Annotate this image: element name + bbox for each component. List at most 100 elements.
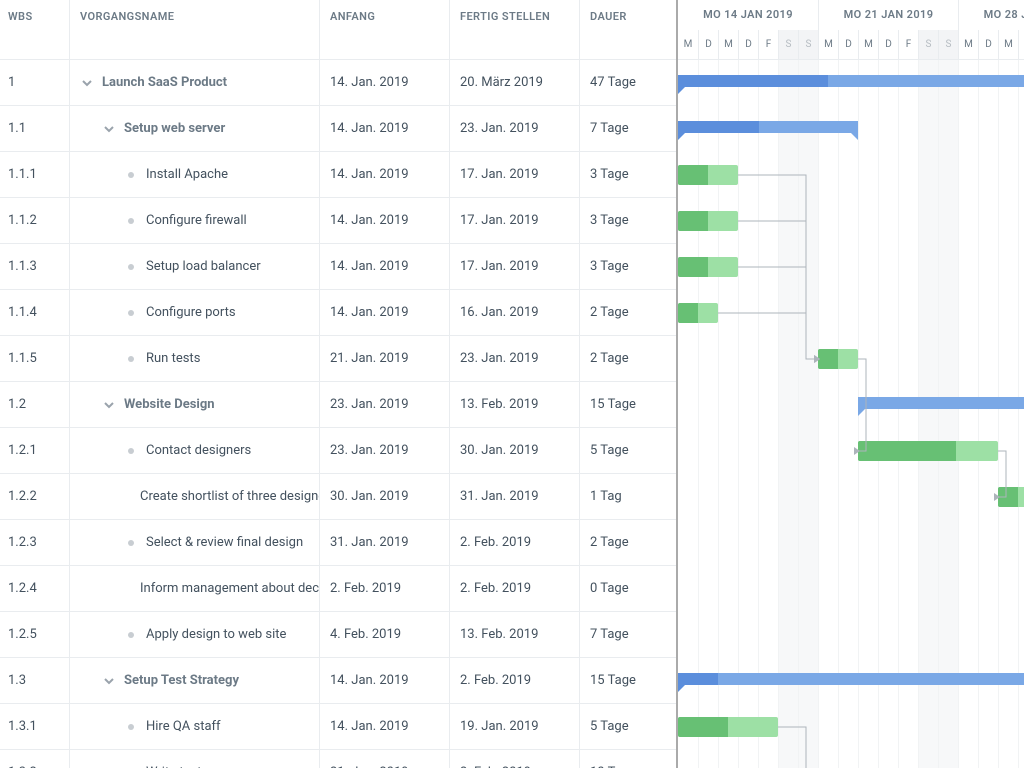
col-name[interactable]: VORGANGSNAME <box>70 0 320 59</box>
task-bar[interactable] <box>818 349 858 369</box>
summary-bar[interactable] <box>678 121 858 133</box>
cell-name[interactable]: Hire QA staff <box>70 704 320 749</box>
task-row[interactable]: 1.2.2Create shortlist of three designers… <box>0 474 676 520</box>
task-row[interactable]: 1.1.1Install Apache14. Jan. 201917. Jan.… <box>0 152 676 198</box>
cell-dur[interactable]: 3 Tage <box>580 198 676 243</box>
cell-dur[interactable]: 10 Tage <box>580 750 676 768</box>
col-end[interactable]: FERTIG STELLEN <box>450 0 580 59</box>
summary-bar[interactable] <box>678 75 1024 87</box>
cell-start[interactable]: 4. Feb. 2019 <box>320 612 450 657</box>
task-bar[interactable] <box>678 211 738 231</box>
task-row[interactable]: 1.1.2Configure firewall14. Jan. 201917. … <box>0 198 676 244</box>
cell-dur[interactable]: 1 Tag <box>580 474 676 519</box>
cell-name[interactable]: Contact designers <box>70 428 320 473</box>
task-row[interactable]: 1.2.3Select & review final design31. Jan… <box>0 520 676 566</box>
cell-start[interactable]: 21. Jan. 2019 <box>320 336 450 381</box>
cell-end[interactable]: 23. Jan. 2019 <box>450 106 580 151</box>
task-row[interactable]: 1.2.1Contact designers23. Jan. 201930. J… <box>0 428 676 474</box>
task-bar[interactable] <box>678 717 778 737</box>
cell-name[interactable]: Inform management about decision <box>70 566 320 611</box>
task-row[interactable]: 1.3.2Write test specs21. Jan. 20192. Feb… <box>0 750 676 768</box>
cell-start[interactable]: 31. Jan. 2019 <box>320 520 450 565</box>
cell-start[interactable]: 14. Jan. 2019 <box>320 658 450 703</box>
cell-start[interactable]: 14. Jan. 2019 <box>320 106 450 151</box>
task-row[interactable]: 1.2.4Inform management about decision2. … <box>0 566 676 612</box>
cell-name[interactable]: Setup load balancer <box>70 244 320 289</box>
cell-end[interactable]: 17. Jan. 2019 <box>450 198 580 243</box>
cell-dur[interactable]: 0 Tage <box>580 566 676 611</box>
task-row[interactable]: 1.3.1Hire QA staff14. Jan. 201919. Jan. … <box>0 704 676 750</box>
chevron-down-icon[interactable] <box>80 76 94 90</box>
task-row[interactable]: 1.1.3Setup load balancer14. Jan. 201917.… <box>0 244 676 290</box>
cell-end[interactable]: 23. Jan. 2019 <box>450 336 580 381</box>
cell-name[interactable]: Write test specs <box>70 750 320 768</box>
cell-start[interactable]: 23. Jan. 2019 <box>320 428 450 473</box>
task-row[interactable]: 1.1Setup web server14. Jan. 201923. Jan.… <box>0 106 676 152</box>
cell-name[interactable]: Select & review final design <box>70 520 320 565</box>
task-row[interactable]: 1.2Website Design23. Jan. 201913. Feb. 2… <box>0 382 676 428</box>
cell-end[interactable]: 16. Jan. 2019 <box>450 290 580 335</box>
task-bar[interactable] <box>678 303 718 323</box>
cell-name[interactable]: Run tests <box>70 336 320 381</box>
cell-start[interactable]: 14. Jan. 2019 <box>320 290 450 335</box>
cell-dur[interactable]: 15 Tage <box>580 658 676 703</box>
task-row[interactable]: 1.2.5Apply design to web site4. Feb. 201… <box>0 612 676 658</box>
cell-name[interactable]: Configure ports <box>70 290 320 335</box>
cell-end[interactable]: 13. Feb. 2019 <box>450 382 580 427</box>
task-row[interactable]: 1Launch SaaS Product14. Jan. 201920. Mär… <box>0 60 676 106</box>
cell-dur[interactable]: 7 Tage <box>580 612 676 657</box>
summary-bar[interactable] <box>678 673 1024 685</box>
col-start[interactable]: ANFANG <box>320 0 450 59</box>
cell-name[interactable]: Configure firewall <box>70 198 320 243</box>
cell-end[interactable]: 31. Jan. 2019 <box>450 474 580 519</box>
chart-body[interactable] <box>678 60 1024 768</box>
cell-dur[interactable]: 3 Tage <box>580 244 676 289</box>
cell-dur[interactable]: 3 Tage <box>580 152 676 197</box>
chevron-down-icon[interactable] <box>102 674 116 688</box>
chevron-down-icon[interactable] <box>102 122 116 136</box>
cell-end[interactable]: 17. Jan. 2019 <box>450 244 580 289</box>
task-row[interactable]: 1.1.5Run tests21. Jan. 201923. Jan. 2019… <box>0 336 676 382</box>
cell-start[interactable]: 23. Jan. 2019 <box>320 382 450 427</box>
task-bar[interactable] <box>678 257 738 277</box>
cell-end[interactable]: 13. Feb. 2019 <box>450 612 580 657</box>
cell-start[interactable]: 2. Feb. 2019 <box>320 566 450 611</box>
summary-bar[interactable] <box>858 397 1024 409</box>
task-row[interactable]: 1.1.4Configure ports14. Jan. 201916. Jan… <box>0 290 676 336</box>
cell-end[interactable]: 2. Feb. 2019 <box>450 520 580 565</box>
cell-name[interactable]: Setup Test Strategy <box>70 658 320 703</box>
cell-start[interactable]: 14. Jan. 2019 <box>320 704 450 749</box>
cell-start[interactable]: 21. Jan. 2019 <box>320 750 450 768</box>
chevron-down-icon[interactable] <box>102 398 116 412</box>
cell-start[interactable]: 30. Jan. 2019 <box>320 474 450 519</box>
cell-dur[interactable]: 15 Tage <box>580 382 676 427</box>
cell-dur[interactable]: 2 Tage <box>580 290 676 335</box>
task-bar[interactable] <box>678 165 738 185</box>
cell-dur[interactable]: 5 Tage <box>580 704 676 749</box>
cell-name[interactable]: Apply design to web site <box>70 612 320 657</box>
task-row[interactable]: 1.3Setup Test Strategy14. Jan. 20192. Fe… <box>0 658 676 704</box>
cell-dur[interactable]: 47 Tage <box>580 60 676 105</box>
task-bar[interactable] <box>858 441 998 461</box>
cell-name[interactable]: Setup web server <box>70 106 320 151</box>
cell-dur[interactable]: 2 Tage <box>580 336 676 381</box>
cell-dur[interactable]: 7 Tage <box>580 106 676 151</box>
cell-name[interactable]: Create shortlist of three designers <box>70 474 320 519</box>
col-dur[interactable]: DAUER <box>580 0 676 59</box>
col-wbs[interactable]: WBS <box>0 0 70 59</box>
task-bar[interactable] <box>998 487 1024 507</box>
cell-end[interactable]: 19. Jan. 2019 <box>450 704 580 749</box>
cell-name[interactable]: Install Apache <box>70 152 320 197</box>
cell-end[interactable]: 20. März 2019 <box>450 60 580 105</box>
cell-end[interactable]: 30. Jan. 2019 <box>450 428 580 473</box>
cell-start[interactable]: 14. Jan. 2019 <box>320 198 450 243</box>
cell-dur[interactable]: 2 Tage <box>580 520 676 565</box>
cell-dur[interactable]: 5 Tage <box>580 428 676 473</box>
cell-name[interactable]: Launch SaaS Product <box>70 60 320 105</box>
cell-end[interactable]: 2. Feb. 2019 <box>450 658 580 703</box>
cell-name[interactable]: Website Design <box>70 382 320 427</box>
cell-start[interactable]: 14. Jan. 2019 <box>320 244 450 289</box>
cell-start[interactable]: 14. Jan. 2019 <box>320 60 450 105</box>
cell-end[interactable]: 17. Jan. 2019 <box>450 152 580 197</box>
cell-end[interactable]: 2. Feb. 2019 <box>450 566 580 611</box>
